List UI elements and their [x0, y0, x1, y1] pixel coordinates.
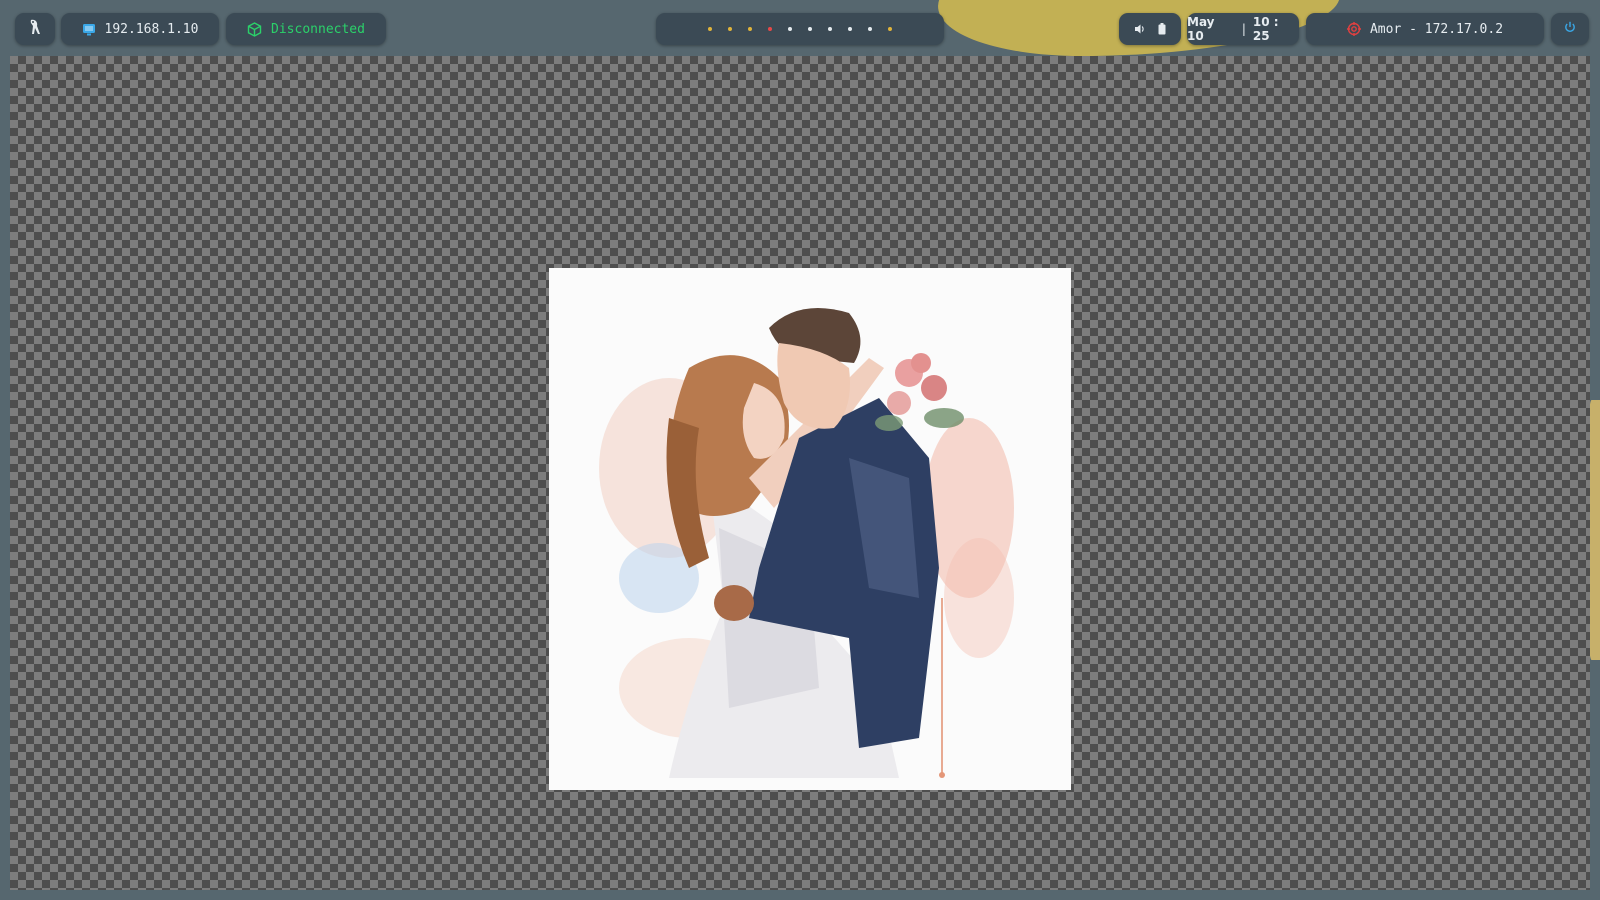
penguin-icon [27, 18, 43, 40]
workspace-dot-1[interactable] [708, 27, 712, 31]
battery-icon[interactable] [1158, 23, 1166, 35]
vpn-status-widget[interactable]: Disconnected [226, 13, 386, 45]
target-widget[interactable]: Amor - 172.17.0.2 [1306, 13, 1544, 45]
target-text: Amor - 172.17.0.2 [1369, 21, 1504, 37]
local-ip-text: 192.168.1.10 [104, 21, 199, 37]
launcher-button[interactable] [15, 13, 55, 45]
cube-icon [247, 21, 262, 37]
power-button[interactable] [1551, 13, 1589, 45]
workspace-dot-10[interactable] [888, 27, 892, 31]
workspace-switcher [656, 13, 944, 45]
clock-widget[interactable]: May 10 | 10 : 25 [1187, 13, 1299, 45]
clock-time: 10 : 25 [1252, 15, 1279, 43]
image-viewer-canvas[interactable] [10, 56, 1590, 890]
workspace-dot-3[interactable] [748, 27, 752, 31]
workspace-dot-6[interactable] [808, 27, 812, 31]
workspace-dot-7[interactable] [828, 27, 832, 31]
system-tray [1119, 13, 1181, 45]
power-icon [1564, 21, 1576, 37]
clock-separator: | [1241, 22, 1246, 36]
workspace-dot-2[interactable] [728, 27, 732, 31]
workspace-dot-9[interactable] [868, 27, 872, 31]
vpn-status-text: Disconnected [271, 21, 365, 37]
workspace-dot-8[interactable] [848, 27, 852, 31]
volume-icon[interactable] [1134, 23, 1146, 35]
workspace-dot-4[interactable] [768, 27, 772, 31]
workspace-dot-5[interactable] [788, 27, 792, 31]
target-icon [1346, 22, 1361, 36]
local-ip-widget[interactable]: 192.168.1.10 [61, 13, 219, 45]
monitor-icon [82, 23, 96, 36]
wedding-couple-image [549, 268, 1071, 790]
clock-date: May 10 [1187, 15, 1215, 43]
